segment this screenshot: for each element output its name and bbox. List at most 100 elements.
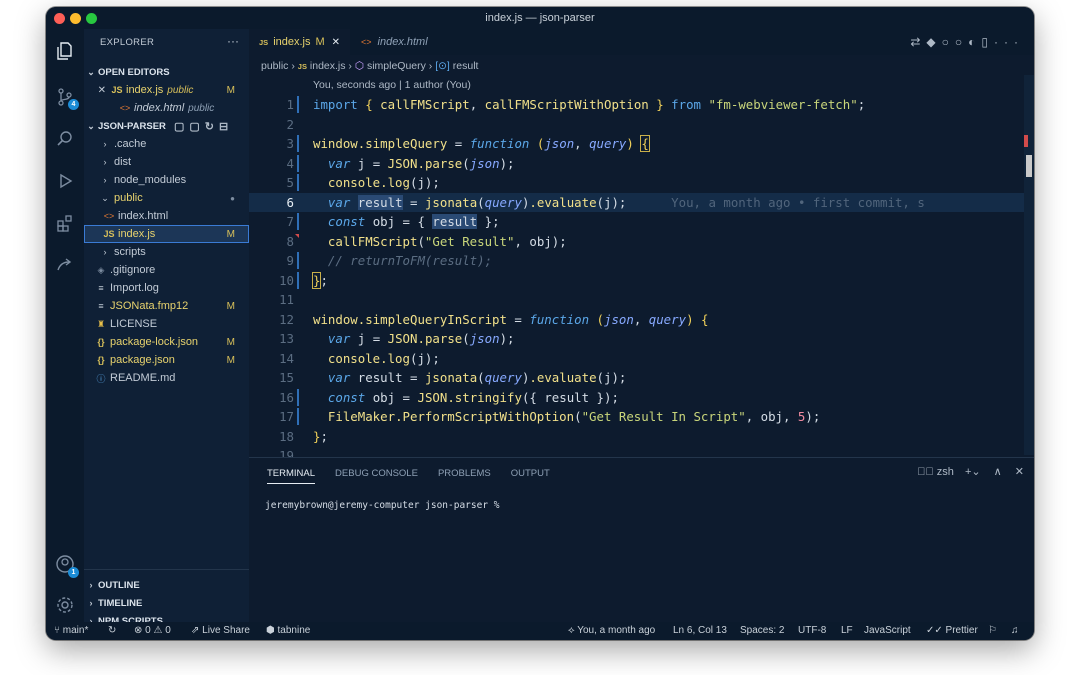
blame-status[interactable]: ⟡ You, a month ago	[568, 625, 655, 636]
accounts-icon[interactable]: 1	[46, 548, 84, 580]
chevron-right-icon: ›	[103, 175, 107, 185]
project-section[interactable]: ⌄ JSON-PARSER ▢▢↻⊟	[84, 117, 249, 135]
code-line: 17 FileMaker.PerformScriptWithOption("Ge…	[249, 407, 1034, 427]
editor-actions-icons[interactable]: ⇄◆○○◐▯···	[910, 35, 1024, 49]
maximize-panel-icon[interactable]: ∧	[994, 466, 1002, 478]
notifications-bell-icon[interactable]: ♫	[1011, 625, 1019, 636]
code-line: 18 };	[249, 427, 1034, 447]
line-number: 7	[286, 214, 294, 230]
tree-label: index.js	[118, 228, 156, 240]
code-line: 3 window.simpleQuery = function (json, q…	[249, 134, 1034, 154]
tree-file-license[interactable]: ♜ LICENSE	[84, 315, 249, 333]
tree-label: README.md	[110, 372, 176, 384]
modified-badge: M	[226, 354, 235, 366]
warning-count: 0	[165, 625, 171, 636]
breadcrumb-file[interactable]: index.js	[310, 60, 346, 72]
problems-status[interactable]: ⊗ 0 ⚠ 0	[134, 625, 171, 636]
open-editor-index-html[interactable]: <> index.html public	[84, 99, 249, 117]
explorer-sidebar: EXPLORER ··· ⌄ OPEN EDITORS ✕ JS index.j…	[84, 29, 249, 627]
prettier-status[interactable]: ✓✓ Prettier	[926, 625, 978, 636]
cursor-position[interactable]: Ln 6, Col 13	[673, 625, 727, 636]
add-terminal-icon[interactable]: +⌄	[965, 466, 981, 478]
tree-label: dist	[114, 156, 132, 168]
tree-folder-dist[interactable]: › dist	[84, 153, 249, 171]
code-line: 9 // returnToFM(result);	[249, 251, 1034, 271]
tab-debug-console[interactable]: DEBUG CONSOLE	[335, 468, 418, 484]
branch-status[interactable]: ⑂ main*	[54, 625, 88, 636]
code-editor[interactable]: 1 import { callFMScript, callFMScriptWit…	[249, 95, 1034, 465]
tree-folder-scripts[interactable]: › scripts	[84, 243, 249, 261]
inline-blame: You, a month ago • first commit, s	[671, 194, 925, 210]
tree-file-package-json[interactable]: {} package.json M	[84, 351, 249, 369]
chevron-right-icon: ›	[89, 580, 93, 590]
tree-file-index-html[interactable]: <> index.html	[84, 207, 249, 225]
prettier-label: Prettier	[945, 625, 978, 636]
close-window-button[interactable]	[54, 13, 65, 24]
title-bar: index.js — json-parser	[46, 7, 1034, 29]
line-number: 10	[279, 272, 294, 288]
run-debug-icon[interactable]	[46, 165, 84, 197]
explorer-more-button[interactable]: ···	[227, 34, 239, 48]
tree-folder-cache[interactable]: › .cache	[84, 135, 249, 153]
live-share-status[interactable]: ⇗ Live Share	[191, 625, 250, 636]
tree-file-import-log[interactable]: ≡ Import.log	[84, 279, 249, 297]
explorer-icon[interactable]	[46, 35, 84, 67]
tree-label: .cache	[114, 138, 147, 150]
minimize-window-button[interactable]	[70, 13, 81, 24]
open-editor-index-js[interactable]: ✕ JS index.js public M	[84, 81, 249, 99]
breadcrumb-variable[interactable]: result	[453, 60, 479, 72]
tab-output[interactable]: OUTPUT	[511, 468, 550, 484]
feedback-icon[interactable]: ⚐	[988, 625, 997, 636]
tree-file-package-lock-json[interactable]: {} package-lock.json M	[84, 333, 249, 351]
zoom-window-button[interactable]	[86, 13, 97, 24]
tree-file-jsonata-fmp12[interactable]: ≡ JSONata.fmp12 M	[84, 297, 249, 315]
settings-gear-icon[interactable]	[46, 589, 84, 621]
close-icon[interactable]: ✕	[84, 85, 106, 96]
tree-folder-public[interactable]: ⌄ public ●	[84, 189, 249, 207]
tree-file-index-js[interactable]: JS index.js M	[84, 225, 249, 243]
tree-label: package.json	[110, 354, 175, 366]
line-number: 16	[279, 389, 294, 405]
terminal-prompt[interactable]: jeremybrown@jeremy-computer json-parser …	[265, 500, 500, 511]
editor-scrollbar[interactable]	[1024, 75, 1034, 455]
chevron-right-icon: ›	[103, 139, 107, 149]
timeline-section[interactable]: › TIMELINE	[84, 594, 249, 612]
encoding-status[interactable]: UTF-8	[798, 625, 826, 636]
language-mode[interactable]: JavaScript	[864, 625, 911, 636]
symbol-icon: ⬡	[354, 60, 365, 72]
eol-status[interactable]: LF	[841, 625, 853, 636]
tab-terminal[interactable]: TERMINAL	[267, 468, 316, 484]
editor-tabs: JS index.js M ✕ <> index.html ⇄◆○○◐▯···	[249, 29, 1034, 55]
close-tab-icon[interactable]: ✕	[332, 37, 340, 48]
git-modified-marker	[297, 96, 299, 114]
outline-section[interactable]: › OUTLINE	[84, 576, 249, 594]
indentation-status[interactable]: Spaces: 2	[740, 625, 784, 636]
vscode-window: index.js — json-parser 4 1 EXPLORER ··· …	[46, 7, 1034, 640]
branch-name: main*	[62, 625, 89, 636]
breadcrumb-symbol[interactable]: simpleQuery	[367, 60, 426, 72]
codelens-blame[interactable]: You, seconds ago | 1 author (You)	[313, 79, 471, 91]
explorer-actions-icons[interactable]: ▢▢↻⊟	[174, 120, 233, 133]
tree-file-gitignore[interactable]: ◈ .gitignore	[84, 261, 249, 279]
tabnine-status[interactable]: ⬢ tabnine	[266, 625, 310, 636]
line-number: 3	[286, 136, 294, 152]
git-modified-marker	[297, 154, 299, 172]
timeline-title: TIMELINE	[98, 597, 143, 609]
panel-actions: ▷⃞ zsh +⌄ ∧ ✕	[917, 465, 1024, 478]
shell-label[interactable]: zsh	[937, 466, 954, 478]
extensions-icon[interactable]	[46, 207, 84, 239]
git-deleted-marker	[295, 233, 299, 238]
tab-index-js[interactable]: JS index.js M ✕	[249, 29, 351, 55]
close-panel-icon[interactable]: ✕	[1015, 466, 1024, 478]
open-editors-section[interactable]: ⌄ OPEN EDITORS	[84, 63, 249, 81]
tab-problems[interactable]: PROBLEMS	[438, 468, 491, 484]
breadcrumb-folder[interactable]: public	[261, 60, 288, 72]
sync-icon[interactable]: ↻	[108, 625, 116, 636]
chevron-right-icon: ›	[89, 598, 93, 608]
live-share-icon[interactable]	[46, 249, 84, 281]
source-control-icon[interactable]: 4	[46, 81, 84, 113]
tree-file-readme[interactable]: ⓘ README.md	[84, 369, 249, 387]
tree-folder-node-modules[interactable]: › node_modules	[84, 171, 249, 189]
search-icon[interactable]	[46, 123, 84, 155]
tab-index-html[interactable]: <> index.html	[351, 29, 438, 55]
